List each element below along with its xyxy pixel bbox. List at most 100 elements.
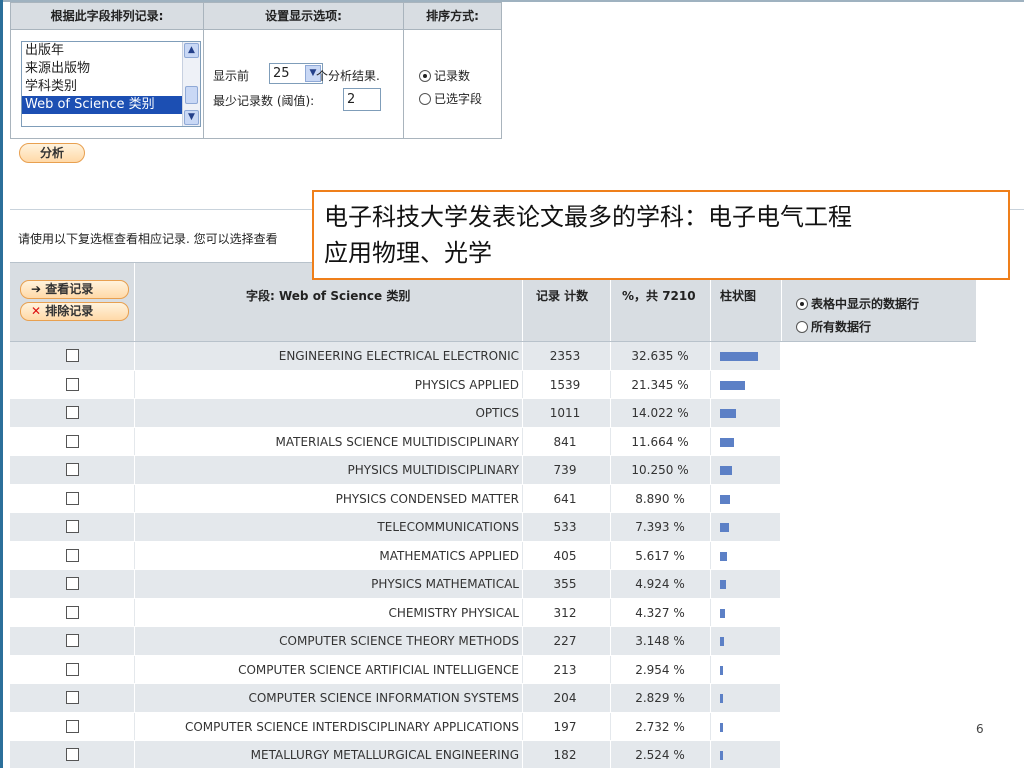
row-percentage: 2.524 %: [635, 748, 685, 762]
annotation-callout: 电子科技大学发表论文最多的学科：电子电气工程 应用物理、光学: [312, 190, 1010, 280]
row-field-name: COMPUTER SCIENCE INTERDISCIPLINARY APPLI…: [184, 719, 519, 734]
row-field-name: MATERIALS SCIENCE MULTIDISCIPLINARY: [275, 434, 519, 449]
threshold-input[interactable]: 2: [343, 88, 381, 111]
row-checkbox[interactable]: [66, 605, 79, 619]
row-bar: [720, 665, 723, 675]
listbox-option[interactable]: 出版年: [22, 42, 200, 60]
row-checkbox[interactable]: [66, 662, 79, 676]
row-bar: [720, 523, 729, 532]
row-checkbox[interactable]: [66, 748, 79, 761]
row-record-count: 739: [553, 463, 577, 477]
row-field-name: OPTICS: [475, 406, 519, 420]
row-record-count: 204: [553, 691, 577, 705]
row-bar: [720, 608, 725, 618]
row-percentage: 5.617 %: [635, 548, 685, 563]
sort-by-field-radio[interactable]: 已选字段: [419, 90, 482, 107]
row-checkbox[interactable]: [66, 463, 79, 476]
row-field-name: PHYSICS MATHEMATICAL: [371, 577, 519, 591]
column-divider: [710, 399, 711, 427]
scroll-up-icon[interactable]: ▲: [184, 43, 199, 58]
row-checkbox[interactable]: [66, 548, 79, 562]
row-checkbox[interactable]: [66, 491, 79, 505]
column-divider: [403, 3, 404, 138]
row-bar: [720, 637, 724, 646]
table-row: MATERIALS SCIENCE MULTIDISCIPLINARY 841 11…: [10, 427, 780, 456]
radio-unchecked-icon[interactable]: [419, 92, 431, 105]
row-checkbox[interactable]: [66, 577, 79, 590]
table-row: MATHEMATICS APPLIED 405 5.617 %: [10, 541, 780, 570]
analysis-settings-panel: 根据此字段排列记录: 设置显示选项: 排序方式: 出版年 来源出版物 学科类别 …: [10, 2, 502, 139]
row-record-count: 1011: [549, 406, 581, 420]
row-percentage: 2.732 %: [635, 719, 685, 734]
row-checkbox[interactable]: [66, 349, 79, 362]
show-all-rows-label: 所有数据行: [811, 320, 872, 334]
row-bar: [720, 722, 723, 732]
row-checkbox[interactable]: [66, 719, 79, 733]
callout-line-1: 电子科技大学发表论文最多的学科：电子电气工程: [324, 203, 852, 231]
table-row: ENGINEERING ELECTRICAL ELECTRONIC 2353 32.…: [10, 342, 780, 371]
exclude-records-label: 排除记录: [45, 304, 94, 318]
radio-checked-icon[interactable]: [419, 69, 431, 82]
row-bar: [720, 352, 758, 361]
field-listbox[interactable]: 出版年 来源出版物 学科类别 Web of Science 类别 ▲ ▼: [21, 41, 201, 127]
table-row: METALLURGY METALLURGICAL ENGINEERING 182 2…: [10, 741, 780, 768]
view-records-button[interactable]: ➔ 查看记录: [20, 280, 129, 299]
row-record-count: 197: [553, 719, 577, 734]
row-field-name: COMPUTER SCIENCE THEORY METHODS: [279, 634, 519, 648]
row-checkbox[interactable]: [66, 520, 79, 533]
exclude-records-button[interactable]: ✕ 排除记录: [20, 302, 129, 321]
row-percentage: 3.148 %: [635, 634, 685, 648]
row-bar: [720, 580, 726, 589]
table-row: COMPUTER SCIENCE INTERDISCIPLINARY APPLI…: [10, 712, 780, 741]
row-checkbox[interactable]: [66, 434, 79, 448]
column-divider: [710, 484, 711, 512]
row-record-count: 533: [553, 520, 577, 534]
listbox-option[interactable]: 学科类别: [22, 78, 200, 96]
result-count-select[interactable]: 25 ▼: [269, 63, 323, 84]
row-checkbox[interactable]: [66, 634, 79, 647]
row-bar: [720, 437, 734, 447]
sort-by-count-radio[interactable]: 记录数: [419, 67, 470, 84]
row-checkbox[interactable]: [66, 377, 79, 391]
row-percentage: 21.345 %: [631, 377, 689, 392]
row-record-count: 355: [553, 577, 577, 591]
percent-column-header: %，共 7210: [622, 289, 696, 303]
row-field-name: METALLURGY METALLURGICAL ENGINEERING: [250, 748, 519, 762]
column-divider: [710, 684, 711, 712]
table-row: PHYSICS CONDENSED MATTER 641 8.890 %: [10, 484, 780, 513]
listbox-option[interactable]: 来源出版物: [22, 60, 200, 78]
listbox-option-selected[interactable]: Web of Science 类别: [22, 96, 182, 114]
row-checkbox[interactable]: [66, 691, 79, 704]
row-field-name: PHYSICS CONDENSED MATTER: [335, 491, 519, 506]
show-all-rows-radio[interactable]: 所有数据行: [796, 318, 871, 335]
show-table-rows-radio[interactable]: 表格中显示的数据行: [796, 295, 919, 312]
page-number: 6: [976, 722, 984, 736]
row-percentage: 10.250 %: [631, 463, 689, 477]
radio-unchecked-icon[interactable]: [796, 320, 808, 333]
scroll-down-icon[interactable]: ▼: [184, 110, 199, 125]
row-bar: [720, 551, 727, 561]
column-divider: [710, 712, 711, 740]
table-row: PHYSICS MULTIDISCIPLINARY 739 10.250 %: [10, 456, 780, 485]
row-bar: [720, 409, 736, 418]
row-field-name: COMPUTER SCIENCE ARTIFICIAL INTELLIGENCE: [238, 662, 519, 677]
sort-by-field-label: 已选字段: [434, 92, 483, 106]
row-percentage: 2.829 %: [635, 691, 685, 705]
analyze-button[interactable]: 分析: [19, 143, 85, 163]
slide-left-accent: [0, 0, 3, 768]
display-suffix-label: 个分析结果.: [316, 69, 380, 83]
radio-checked-icon[interactable]: [796, 297, 808, 310]
row-field-name: TELECOMMUNICATIONS: [377, 520, 519, 534]
row-percentage: 7.393 %: [635, 520, 685, 534]
row-checkbox[interactable]: [66, 406, 79, 419]
row-record-count: 1539: [549, 377, 581, 392]
threshold-label: 最少记录数 (阈值):: [213, 94, 315, 108]
scroll-thumb[interactable]: [185, 86, 198, 104]
column-divider: [203, 3, 204, 138]
listbox-scrollbar[interactable]: ▲ ▼: [182, 42, 200, 126]
view-records-label: 查看记录: [45, 282, 94, 296]
row-percentage: 2.954 %: [635, 662, 685, 677]
row-field-name: PHYSICS MULTIDISCIPLINARY: [347, 463, 519, 477]
column-divider: [710, 456, 711, 484]
table-row: CHEMISTRY PHYSICAL 312 4.327 %: [10, 598, 780, 627]
